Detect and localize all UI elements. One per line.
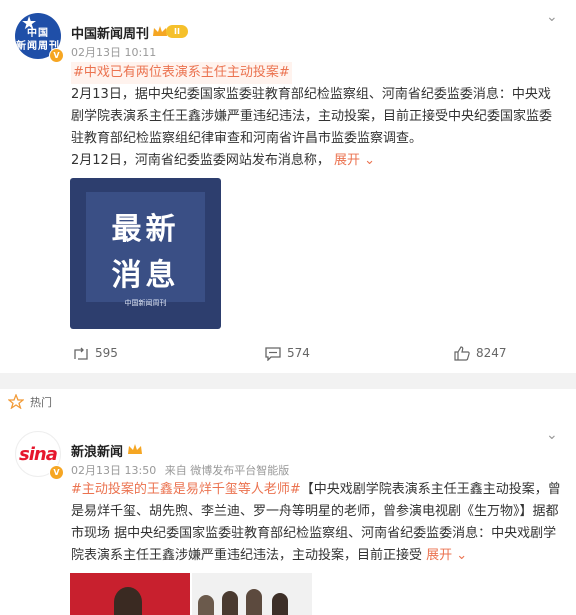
star-outline-icon [8, 394, 24, 409]
person-figure [222, 591, 238, 615]
post-body: 2月13日，据中央纪委国家监委驻教育部纪检监察组、河南省纪委监委消息：中央戏剧学… [71, 87, 553, 146]
crown-icon [128, 444, 142, 454]
post-image[interactable] [70, 573, 190, 615]
person-figure [272, 593, 288, 615]
chevron-down-icon[interactable]: ⌄ [546, 9, 558, 25]
person-figure [114, 587, 142, 615]
post-time[interactable]: 02月13日 13:50 [71, 464, 156, 477]
post-time[interactable]: 02月13日 10:11 [71, 44, 156, 60]
post-image[interactable]: 最新 消息 中国新闻周刊 [70, 178, 221, 329]
post-card-1: ★ 中国 新闻周刊 V 中国新闻周刊 II 02月13日 10:11 ⌄ #中戏… [0, 0, 576, 373]
post-text: #中戏已有两位表演系主任主动投案# [71, 62, 561, 84]
image-text: 消息 [111, 258, 180, 293]
chevron-down-icon: ⌄ [452, 548, 468, 563]
author-name[interactable]: 中国新闻周刊 [71, 23, 149, 42]
chevron-down-icon: ⌄ [359, 153, 376, 168]
avatar-text: 中国 [27, 28, 49, 39]
expand-link[interactable]: 展开 ⌄ [426, 548, 467, 563]
expand-label: 展开 [333, 153, 360, 168]
post-meta: 02月13日 13:50 来自 微博发布平台智能版 [71, 462, 289, 478]
post-body-continued: 2月12日，河南省纪委监委网站发布消息称， 展开 ⌄ [71, 150, 561, 172]
person-figure [246, 589, 262, 615]
expand-link[interactable]: 展开 ⌄ [334, 153, 375, 168]
hot-label: 热门 [30, 396, 52, 409]
like-button[interactable]: 8247 [454, 346, 507, 361]
comment-button[interactable]: 574 [265, 346, 310, 361]
post-source[interactable]: 来自 微博发布平台智能版 [165, 464, 290, 477]
comment-icon [265, 346, 281, 361]
chevron-down-icon[interactable]: ⌄ [546, 427, 558, 443]
hashtag-link[interactable]: #中戏已有两位表演系主任主动投案# [71, 62, 292, 84]
person-figure [198, 595, 214, 615]
verified-badge-icon: V [49, 48, 64, 63]
sina-logo: sina [19, 444, 58, 465]
hot-section-header: 热门 [0, 389, 576, 415]
image-caption: 中国新闻周刊 [124, 299, 167, 307]
repost-button[interactable]: 595 [73, 346, 118, 361]
like-count: 8247 [476, 346, 507, 360]
level-badge: II [166, 25, 188, 38]
thumbs-up-icon [454, 346, 470, 361]
image-text: 最新 [111, 212, 180, 247]
verified-badge-icon: V [49, 465, 64, 480]
post-body: #主动投案的王鑫是易烊千玺等人老师#【中央戏剧学院表演系主任王鑫主动投案，曾是易… [71, 479, 561, 567]
comment-count: 574 [287, 346, 310, 360]
hashtag-link[interactable]: #主动投案的王鑫是易烊千玺等人老师# [71, 482, 301, 497]
post-body-line: 2月12日，河南省纪委监委网站发布消息称， [71, 153, 330, 168]
expand-label: 展开 [426, 548, 453, 563]
post-image[interactable] [192, 573, 312, 615]
repost-count: 595 [95, 346, 118, 360]
repost-icon [74, 347, 88, 360]
author-name[interactable]: 新浪新闻 [71, 441, 123, 460]
